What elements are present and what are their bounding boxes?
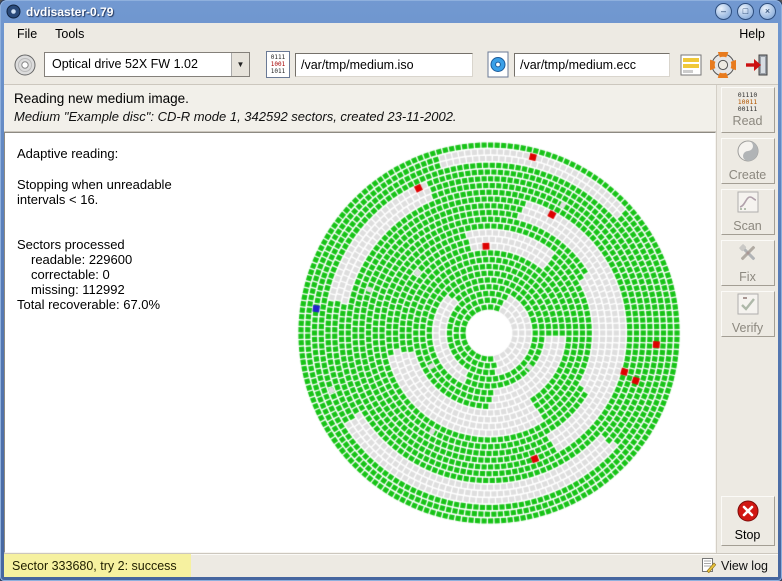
window-title: dvdisaster-0.79 (26, 5, 113, 19)
minimize-button[interactable]: – (715, 3, 732, 20)
content-row: Reading new medium image. Medium "Exampl… (4, 85, 778, 553)
sidebar: 01110 10011 00111 Read Create (716, 85, 778, 553)
status-line2: Medium "Example disc": CD-R mode 1, 3425… (14, 109, 706, 124)
stop-button[interactable]: Stop (721, 496, 775, 546)
iso-path-input[interactable] (295, 53, 473, 77)
status-line1: Reading new medium image. (14, 91, 706, 106)
menubar: File Tools Help (4, 23, 778, 45)
sectors-heading: Sectors processed (17, 237, 172, 252)
app-icon (6, 4, 21, 19)
scan-label: Scan (733, 219, 762, 233)
read-label: Read (733, 114, 763, 128)
create-label: Create (729, 168, 767, 182)
verify-icon (737, 293, 759, 320)
menu-file[interactable]: File (8, 25, 46, 43)
verify-button: Verify (721, 291, 775, 337)
sectors-missing: missing: 112992 (17, 282, 172, 297)
ecc-file-icon (487, 51, 509, 78)
image-file-icon: 0111 1001 1011 (266, 51, 290, 78)
total-recoverable: Total recoverable: 67.0% (17, 297, 172, 312)
read-icon: 01110 10011 00111 (738, 92, 758, 113)
maximize-button[interactable]: □ (737, 3, 754, 20)
menu-tools[interactable]: Tools (46, 25, 93, 43)
main-panel: Adaptive reading: Stopping when unreadab… (4, 132, 716, 553)
scan-icon (737, 191, 759, 218)
fix-button: Fix (721, 240, 775, 286)
ecc-path-input[interactable] (514, 53, 670, 77)
view-log-label: View log (721, 559, 768, 573)
stop-icon (737, 500, 759, 527)
drive-select-value: Optical drive 52X FW 1.02 (45, 53, 231, 76)
app-window: dvdisaster-0.79 – □ × File Tools Help Op… (0, 0, 782, 581)
status-panel: Reading new medium image. Medium "Exampl… (4, 85, 716, 132)
quit-icon[interactable] (744, 52, 770, 78)
menu-help[interactable]: Help (730, 25, 774, 43)
info-line1: Stopping when unreadable (17, 177, 172, 192)
statusbar: Sector 333680, try 2: success View log (4, 553, 778, 577)
client-area: File Tools Help Optical drive 52X FW 1.0… (4, 23, 778, 577)
view-log-button[interactable]: View log (702, 558, 778, 573)
reading-info: Adaptive reading: Stopping when unreadab… (17, 146, 172, 312)
create-icon (737, 140, 759, 167)
help-lifebelt-icon[interactable] (710, 52, 736, 78)
create-button: Create (721, 138, 775, 184)
info-heading: Adaptive reading: (17, 146, 172, 161)
sector-spiral (267, 135, 711, 539)
sectors-correctable: correctable: 0 (17, 267, 172, 282)
info-line2: intervals < 16. (17, 192, 172, 207)
view-log-icon (702, 558, 717, 573)
sectors-readable: readable: 229600 (17, 252, 172, 267)
drive-select[interactable]: Optical drive 52X FW 1.02 ▼ (44, 52, 250, 77)
stop-label: Stop (735, 528, 761, 542)
fix-label: Fix (739, 270, 756, 284)
status-message: Sector 333680, try 2: success (4, 554, 191, 577)
preferences-icon[interactable] (680, 53, 702, 77)
left-column: Reading new medium image. Medium "Exampl… (4, 85, 716, 553)
toolbar: Optical drive 52X FW 1.02 ▼ 0111 1001 10… (4, 45, 778, 85)
drive-icon[interactable] (12, 52, 38, 78)
scan-button: Scan (721, 189, 775, 235)
titlebar[interactable]: dvdisaster-0.79 – □ × (0, 0, 782, 23)
read-button: 01110 10011 00111 Read (721, 87, 775, 133)
fix-icon (737, 242, 759, 269)
verify-label: Verify (732, 321, 763, 335)
close-button[interactable]: × (759, 3, 776, 20)
chevron-down-icon[interactable]: ▼ (231, 53, 249, 76)
